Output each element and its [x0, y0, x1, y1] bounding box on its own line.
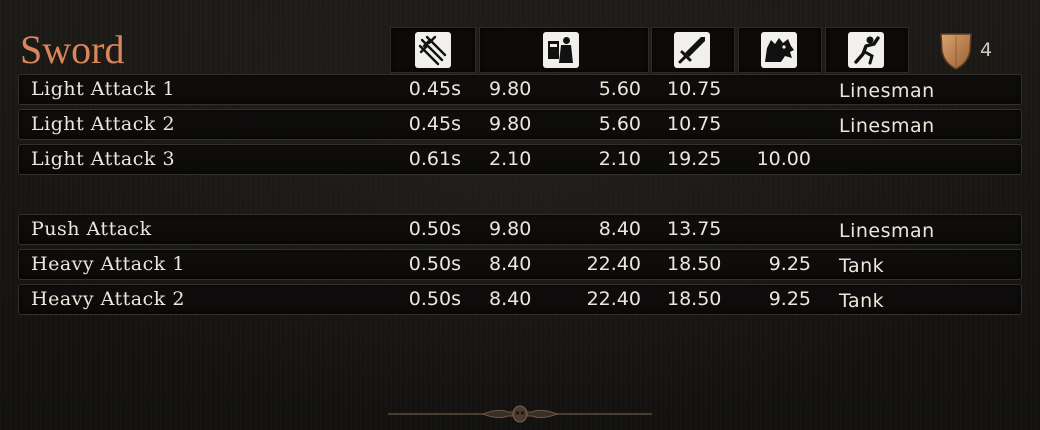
attack-time: 0.50s — [408, 218, 461, 240]
tier-value: 4 — [980, 39, 993, 61]
table-row: Heavy Attack 1 0.50s 8.40 22.40 18.50 9.… — [18, 249, 1022, 280]
table-row: Light Attack 3 0.61s 2.10 2.10 19.25 10.… — [18, 144, 1022, 175]
weapon-stats-panel: Sword 4 Light Attack 1 0.45s 9.80 5.60 1… — [0, 0, 1040, 430]
attack-time: 0.50s — [408, 253, 461, 275]
header-cleave — [479, 27, 649, 73]
shield-icon — [940, 33, 972, 70]
weapon-title: Sword — [20, 27, 125, 72]
stagger-cleave-icon — [543, 32, 579, 68]
damage-value: 19.25 — [667, 148, 722, 170]
stagger-value: 22.40 — [586, 253, 641, 275]
table-row: Heavy Attack 2 0.50s 8.40 22.40 18.50 9.… — [18, 284, 1022, 315]
stagger-value: 5.60 — [598, 113, 641, 135]
cleave-value: 9.80 — [489, 218, 532, 240]
damage-value: 13.75 — [667, 218, 722, 240]
attack-type: Linesman — [839, 115, 935, 137]
cleave-value: 8.40 — [489, 288, 532, 310]
attack-name: Light Attack 2 — [31, 113, 176, 135]
attack-name: Heavy Attack 2 — [31, 288, 185, 310]
table-row: Push Attack 0.50s 9.80 8.40 13.75 Linesm… — [18, 214, 1022, 245]
header-attack-speed — [390, 27, 476, 73]
stagger-value: 22.40 — [586, 288, 641, 310]
attack-type: Linesman — [839, 80, 935, 102]
cleave-value: 8.40 — [489, 253, 532, 275]
header-attack-type — [825, 27, 909, 73]
damage-value: 10.75 — [667, 113, 722, 135]
boss-value: 10.00 — [756, 148, 811, 170]
attack-name: Heavy Attack 1 — [31, 253, 185, 275]
attack-name: Light Attack 3 — [31, 148, 176, 170]
header-boss — [738, 27, 822, 73]
attack-time: 0.50s — [408, 288, 461, 310]
cleave-value: 9.80 — [489, 113, 532, 135]
skull-ornament-divider — [388, 405, 652, 423]
attack-type: Tank — [839, 290, 885, 312]
boss-beast-icon — [761, 32, 797, 68]
attack-type: Tank — [839, 255, 885, 277]
damage-value: 18.50 — [667, 253, 722, 275]
attack-time: 0.61s — [408, 148, 461, 170]
attack-type: Linesman — [839, 220, 935, 242]
stagger-value: 5.60 — [598, 78, 641, 100]
damage-value: 10.75 — [667, 78, 722, 100]
attack-name: Push Attack — [31, 218, 152, 240]
boss-value — [743, 75, 811, 104]
cleave-value: 2.10 — [489, 148, 532, 170]
header-damage — [651, 27, 735, 73]
sword-icon — [674, 32, 710, 68]
damage-value: 18.50 — [667, 288, 722, 310]
attack-time: 0.45s — [408, 78, 461, 100]
attack-time: 0.45s — [408, 113, 461, 135]
multi-swords-icon — [415, 32, 451, 68]
runner-icon — [848, 32, 884, 68]
attack-name: Light Attack 1 — [31, 78, 176, 100]
boss-value — [743, 215, 811, 244]
boss-value — [743, 110, 811, 139]
stagger-value: 8.40 — [598, 218, 641, 240]
boss-value: 9.25 — [768, 253, 811, 275]
table-row: Light Attack 2 0.45s 9.80 5.60 10.75 Lin… — [18, 109, 1022, 140]
table-row: Light Attack 1 0.45s 9.80 5.60 10.75 Lin… — [18, 74, 1022, 105]
stagger-value: 2.10 — [598, 148, 641, 170]
boss-value: 9.25 — [768, 288, 811, 310]
cleave-value: 9.80 — [489, 78, 532, 100]
